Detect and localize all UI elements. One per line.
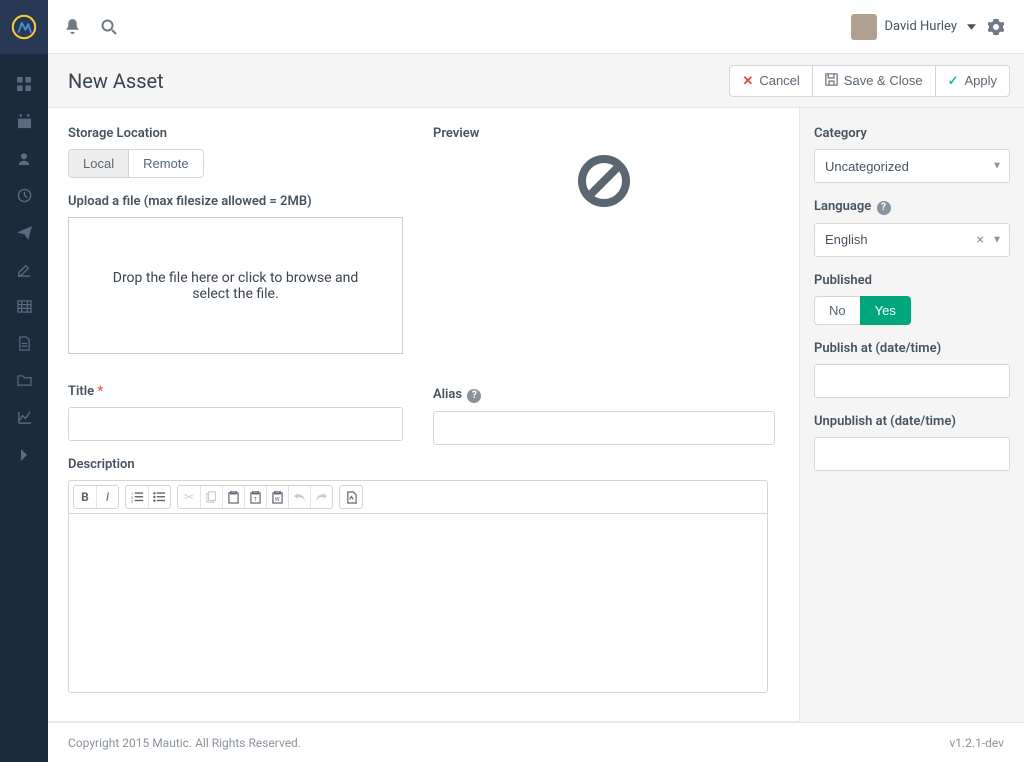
undo-icon[interactable] [288,486,310,508]
footer-version: v1.2.1-dev [949,736,1004,750]
title-label: Title * [68,384,403,399]
published-yes-button[interactable]: Yes [860,296,911,325]
right-panel: Category ▼ Language ? × ▼ Published No Y… [800,108,1024,722]
published-toggle: No Yes [814,296,1010,325]
numbered-list-icon[interactable]: 123 [126,486,148,508]
storage-location-toggle: Local Remote [68,149,403,178]
sidebar-folder-icon[interactable] [0,362,48,399]
check-icon: ✓ [948,73,959,89]
storage-location-label: Storage Location [68,126,403,141]
help-icon[interactable]: ? [877,201,891,215]
user-name: David Hurley [885,19,958,34]
sidebar-table-icon[interactable] [0,288,48,325]
cut-icon[interactable]: ✂ [178,486,200,508]
caret-down-icon [967,19,976,34]
category-label: Category [814,126,1010,141]
svg-text:3: 3 [131,500,133,503]
content: Storage Location Local Remote Upload a f… [48,108,1024,722]
paste-word-icon[interactable]: W [266,486,288,508]
footer-copyright: Copyright 2015 Mautic. All Rights Reserv… [68,736,301,750]
source-icon[interactable] [340,486,362,508]
language-select[interactable]: × ▼ [814,223,1010,257]
sidebar [0,0,48,762]
svg-text:W: W [275,497,280,503]
alias-input[interactable] [433,411,775,445]
bold-icon[interactable]: B [74,486,96,508]
search-icon[interactable] [101,19,117,35]
help-icon[interactable]: ? [467,389,481,403]
save-icon [825,73,838,89]
published-label: Published [814,273,1010,288]
alias-label: Alias ? [433,387,775,403]
user-menu[interactable]: David Hurley [851,14,977,40]
storage-local-button[interactable]: Local [68,149,129,178]
action-buttons: ✕ Cancel Save & Close ✓ Apply [729,65,1010,97]
copy-icon[interactable] [200,486,222,508]
settings-gear-icon[interactable] [988,19,1004,35]
sidebar-calendar-icon[interactable] [0,103,48,140]
page-header: New Asset ✕ Cancel Save & Close ✓ Apply [48,54,1024,108]
sidebar-dashboard-icon[interactable] [0,66,48,103]
top-bar: David Hurley [48,0,1024,54]
unpublish-at-label: Unpublish at (date/time) [814,414,1010,429]
paste-icon[interactable] [222,486,244,508]
sidebar-chart-icon[interactable] [0,399,48,436]
preview-label: Preview [433,126,775,141]
sidebar-file-icon[interactable] [0,325,48,362]
sidebar-edit-icon[interactable] [0,251,48,288]
sidebar-contacts-icon[interactable] [0,140,48,177]
bullet-list-icon[interactable] [148,486,170,508]
paste-text-icon[interactable]: T [244,486,266,508]
italic-icon[interactable]: I [96,486,118,508]
published-no-button[interactable]: No [814,296,861,325]
avatar [851,14,877,40]
sidebar-send-icon[interactable] [0,214,48,251]
preview-area [433,149,775,211]
footer: Copyright 2015 Mautic. All Rights Reserv… [48,722,1024,762]
main-form: Storage Location Local Remote Upload a f… [48,108,800,722]
redo-icon[interactable] [310,486,332,508]
sidebar-expand-icon[interactable] [0,436,48,473]
brand-logo[interactable] [0,0,48,54]
upload-label: Upload a file (max filesize allowed = 2M… [68,194,403,209]
close-icon: ✕ [742,73,753,89]
cancel-button[interactable]: ✕ Cancel [729,65,812,97]
language-label: Language ? [814,199,1010,215]
page-title: New Asset [68,69,164,93]
unpublish-at-input[interactable] [814,437,1010,471]
apply-button[interactable]: ✓ Apply [935,65,1010,97]
file-dropzone[interactable]: Drop the file here or click to browse an… [68,217,403,354]
notifications-icon[interactable] [64,18,81,35]
sidebar-clock-icon[interactable] [0,177,48,214]
save-close-button[interactable]: Save & Close [812,65,936,97]
clear-icon[interactable]: × [977,232,984,248]
publish-at-input[interactable] [814,364,1010,398]
storage-remote-button[interactable]: Remote [128,149,204,178]
svg-text:T: T [254,497,258,503]
no-preview-icon [578,155,630,211]
title-input[interactable] [68,407,403,441]
required-indicator: * [97,384,103,399]
category-select[interactable]: ▼ [814,149,1010,183]
publish-at-label: Publish at (date/time) [814,341,1010,356]
